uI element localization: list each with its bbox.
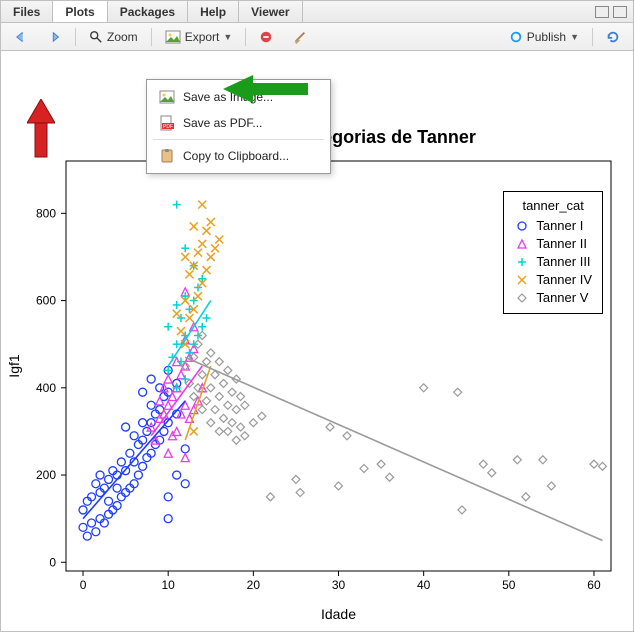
svg-text:Idade: Idade — [321, 606, 356, 622]
plots-pane: Files Plots Packages Help Viewer Zoom Ex… — [0, 0, 634, 632]
picture-icon — [165, 30, 181, 44]
publish-label: Publish — [527, 30, 566, 44]
legend-marker — [514, 290, 530, 306]
svg-text:Igf1: Igf1 — [6, 354, 22, 378]
next-plot-button[interactable] — [41, 27, 69, 47]
menu-save-pdf-label: Save as PDF... — [183, 116, 262, 130]
refresh-button[interactable] — [599, 27, 627, 47]
svg-text:60: 60 — [587, 578, 601, 592]
svg-text:PDF: PDF — [163, 124, 173, 130]
legend-item: Tanner V — [514, 289, 592, 307]
menu-copy-clipboard[interactable]: Copy to Clipboard... — [147, 143, 330, 169]
chevron-down-icon: ▼ — [570, 32, 579, 42]
legend-label: Tanner IV — [536, 271, 592, 289]
clear-all-button[interactable] — [286, 27, 314, 47]
arrow-left-icon — [14, 30, 28, 44]
svg-text:50: 50 — [502, 578, 516, 592]
zoom-button[interactable]: Zoom — [82, 27, 145, 47]
plots-toolbar: Zoom Export ▼ Publish ▼ — [1, 23, 633, 51]
remove-icon — [259, 30, 273, 44]
plot-area: Save as Image... PDF Save as PDF... Copy… — [1, 51, 633, 631]
legend-item: Tanner I — [514, 217, 592, 235]
zoom-label: Zoom — [107, 30, 138, 44]
legend-title: tanner_cat — [514, 198, 592, 213]
clipboard-icon — [159, 148, 175, 164]
tab-plots[interactable]: Plots — [53, 1, 107, 22]
legend-label: Tanner I — [536, 217, 583, 235]
legend-item: Tanner III — [514, 253, 592, 271]
pdf-icon: PDF — [159, 115, 175, 131]
svg-text:10: 10 — [162, 578, 176, 592]
svg-text:40: 40 — [417, 578, 431, 592]
legend-marker — [514, 218, 530, 234]
svg-text:200: 200 — [36, 468, 56, 482]
svg-text:0: 0 — [80, 578, 87, 592]
pane-window-controls — [595, 1, 633, 22]
tab-files[interactable]: Files — [1, 1, 53, 22]
tab-bar: Files Plots Packages Help Viewer — [1, 1, 633, 23]
svg-text:600: 600 — [36, 294, 56, 308]
legend-label: Tanner II — [536, 235, 587, 253]
remove-plot-button[interactable] — [252, 27, 280, 47]
annotation-green-arrow — [223, 75, 313, 103]
legend-marker — [514, 254, 530, 270]
legend-label: Tanner III — [536, 253, 590, 271]
svg-text:30: 30 — [332, 578, 346, 592]
tab-packages[interactable]: Packages — [108, 1, 188, 22]
publish-icon — [509, 30, 523, 44]
prev-plot-button[interactable] — [7, 27, 35, 47]
legend-label: Tanner V — [536, 289, 588, 307]
legend-item: Tanner IV — [514, 271, 592, 289]
publish-button[interactable]: Publish ▼ — [502, 27, 586, 47]
broom-icon — [293, 30, 307, 44]
legend: tanner_cat Tanner ITanner IITanner IIITa… — [503, 191, 603, 314]
menu-copy-clipboard-label: Copy to Clipboard... — [183, 149, 289, 163]
svg-text:400: 400 — [36, 381, 56, 395]
refresh-icon — [606, 30, 620, 44]
export-button[interactable]: Export ▼ — [158, 27, 240, 47]
maximize-pane-button[interactable] — [613, 6, 627, 18]
legend-marker — [514, 272, 530, 288]
svg-text:20: 20 — [247, 578, 261, 592]
legend-item: Tanner II — [514, 235, 592, 253]
export-label: Export — [185, 30, 220, 44]
tab-help[interactable]: Help — [188, 1, 239, 22]
annotation-red-arrow — [27, 99, 55, 159]
tab-viewer[interactable]: Viewer — [239, 1, 302, 22]
minimize-pane-button[interactable] — [595, 6, 609, 18]
zoom-icon — [89, 30, 103, 44]
chevron-down-icon: ▼ — [223, 32, 232, 42]
svg-text:800: 800 — [36, 206, 56, 220]
legend-marker — [514, 236, 530, 252]
picture-icon — [159, 89, 175, 105]
arrow-right-icon — [48, 30, 62, 44]
menu-save-pdf[interactable]: PDF Save as PDF... — [147, 110, 330, 136]
svg-text:0: 0 — [49, 555, 56, 569]
